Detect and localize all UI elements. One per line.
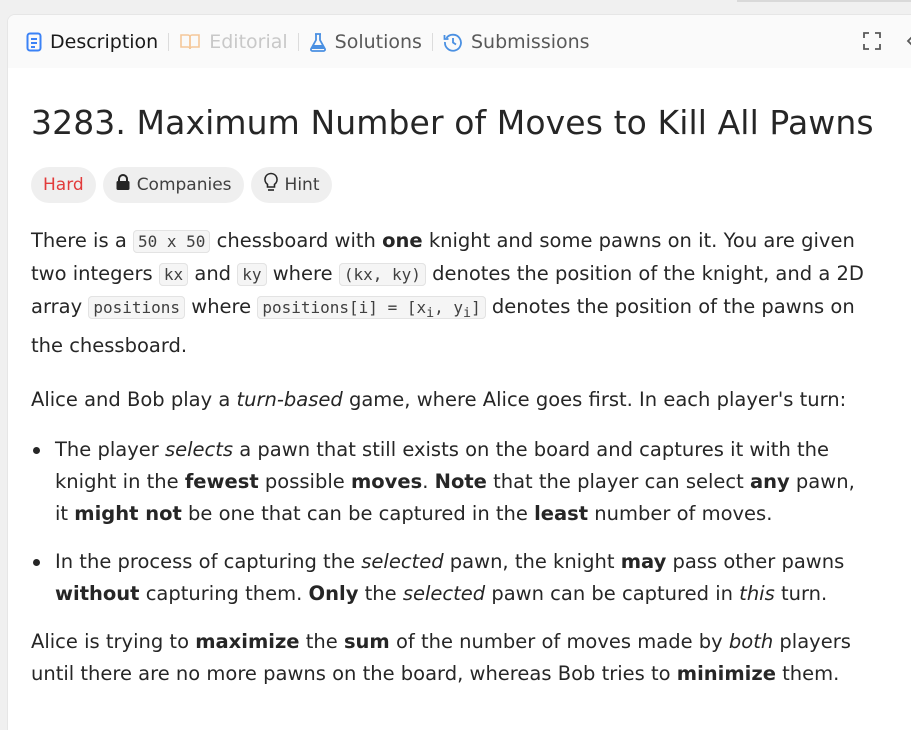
text-span: turn.: [774, 582, 828, 606]
bold-text: Note: [434, 470, 487, 494]
tab-solutions-label: Solutions: [334, 30, 422, 53]
code-part: , y: [434, 297, 464, 317]
flask-icon: [309, 32, 327, 52]
problem-paragraph-3: Alice is trying to maximize the sum of t…: [31, 626, 871, 690]
inline-code: 50 x 50: [132, 229, 211, 253]
history-icon: [443, 32, 463, 52]
difficulty-label: Hard: [43, 174, 84, 195]
text-span: number of moves.: [588, 502, 773, 526]
text-span: pawn can be captured in: [485, 582, 740, 606]
text-span: where: [266, 261, 339, 285]
text-span: Alice is trying to: [31, 630, 196, 654]
bold-text: maximize: [195, 630, 300, 654]
text-span: .: [422, 470, 435, 494]
tab-bar: Description Editorial Solutions Submissi…: [8, 15, 911, 68]
tab-description[interactable]: Description: [26, 31, 158, 53]
italic-text: both: [728, 630, 774, 654]
window-top-border: [737, 0, 911, 2]
difficulty-badge[interactable]: Hard: [31, 166, 96, 203]
text-span: where: [185, 294, 258, 318]
tab-editorial[interactable]: Editorial: [179, 30, 288, 53]
description-panel: Description Editorial Solutions Submissi…: [7, 14, 911, 730]
italic-text: selected: [361, 550, 444, 574]
inline-code: (kx, ky): [338, 262, 426, 286]
code-subscript: i: [426, 306, 435, 322]
text-span: The player: [55, 438, 165, 462]
bold-text: fewest: [184, 470, 259, 494]
code-subscript: i: [463, 306, 472, 322]
text-span: pawn, the knight: [443, 550, 621, 574]
tab-divider: [297, 32, 299, 51]
code-part: ]: [471, 297, 481, 317]
companies-button[interactable]: Companies: [102, 166, 244, 203]
bold-text: moves: [350, 470, 423, 494]
hint-button[interactable]: Hint: [250, 166, 332, 203]
inline-code: positions: [88, 295, 186, 319]
text-span: the: [299, 630, 344, 654]
text-span: them.: [775, 662, 840, 686]
tab-editorial-label: Editorial: [209, 30, 288, 53]
list-item: The player selects a pawn that still exi…: [31, 434, 871, 530]
hint-label: Hint: [284, 174, 320, 195]
list-item: In the process of capturing the selected…: [31, 546, 871, 610]
tab-submissions[interactable]: Submissions: [443, 31, 590, 53]
book-icon: [179, 33, 201, 51]
italic-text: selected: [402, 582, 486, 606]
inline-code: ky: [237, 262, 267, 286]
text-span: the: [358, 582, 403, 606]
bold-text: least: [534, 502, 589, 526]
italic-text: turn-based: [236, 388, 343, 412]
text-span: Alice and Bob play a: [31, 388, 237, 412]
rules-list: The player selects a pawn that still exi…: [31, 434, 871, 610]
document-icon: [26, 32, 42, 52]
text-span: be one that can be captured in the: [181, 502, 535, 526]
code-part: positions[i] = [x: [262, 297, 427, 317]
lightbulb-icon: [263, 172, 279, 197]
tab-divider: [168, 32, 170, 51]
text-span: possible: [258, 470, 351, 494]
text-span: capturing them.: [139, 582, 309, 606]
text-span: of the number of moves made by: [389, 630, 729, 654]
inline-code: kx: [158, 262, 189, 286]
inline-code: positions[i] = [xi, yi]: [257, 295, 486, 322]
tab-solutions[interactable]: Solutions: [309, 31, 422, 53]
problem-content: 3283. Maximum Number of Moves to Kill Al…: [31, 81, 874, 690]
collapse-arrow-icon[interactable]: [905, 32, 911, 54]
text-span: game, where Alice goes first. In each pl…: [342, 388, 847, 412]
bold-text: one: [382, 228, 423, 252]
bold-text: without: [55, 582, 140, 606]
bold-text: any: [749, 470, 790, 494]
lock-icon: [115, 173, 131, 196]
bold-text: may: [620, 550, 667, 574]
tab-divider: [431, 32, 433, 51]
bold-text: minimize: [676, 662, 776, 686]
italic-text: selects: [164, 438, 234, 462]
text-span: There is a: [31, 228, 133, 252]
companies-label: Companies: [136, 174, 232, 195]
text-span: In the process of capturing the: [55, 550, 362, 574]
tab-submissions-label: Submissions: [470, 30, 590, 53]
text-span: chessboard with: [210, 228, 383, 252]
problem-paragraph-1: There is a 50 x 50 chessboard with one k…: [31, 225, 871, 362]
text-span: pass other pawns: [666, 550, 845, 574]
italic-text: this: [739, 582, 775, 606]
text-span: and: [188, 261, 238, 285]
problem-paragraph-2: Alice and Bob play a turn-based game, wh…: [31, 384, 871, 416]
fullscreen-icon[interactable]: [863, 32, 881, 54]
problem-tags: Hard Companies Hint: [31, 166, 871, 203]
bold-text: Only: [308, 582, 359, 606]
bold-text: sum: [343, 630, 390, 654]
page-title: 3283. Maximum Number of Moves to Kill Al…: [31, 103, 874, 142]
tab-description-label: Description: [50, 30, 159, 53]
bold-text: might not: [74, 502, 182, 526]
text-span: that the player can select: [486, 470, 750, 494]
